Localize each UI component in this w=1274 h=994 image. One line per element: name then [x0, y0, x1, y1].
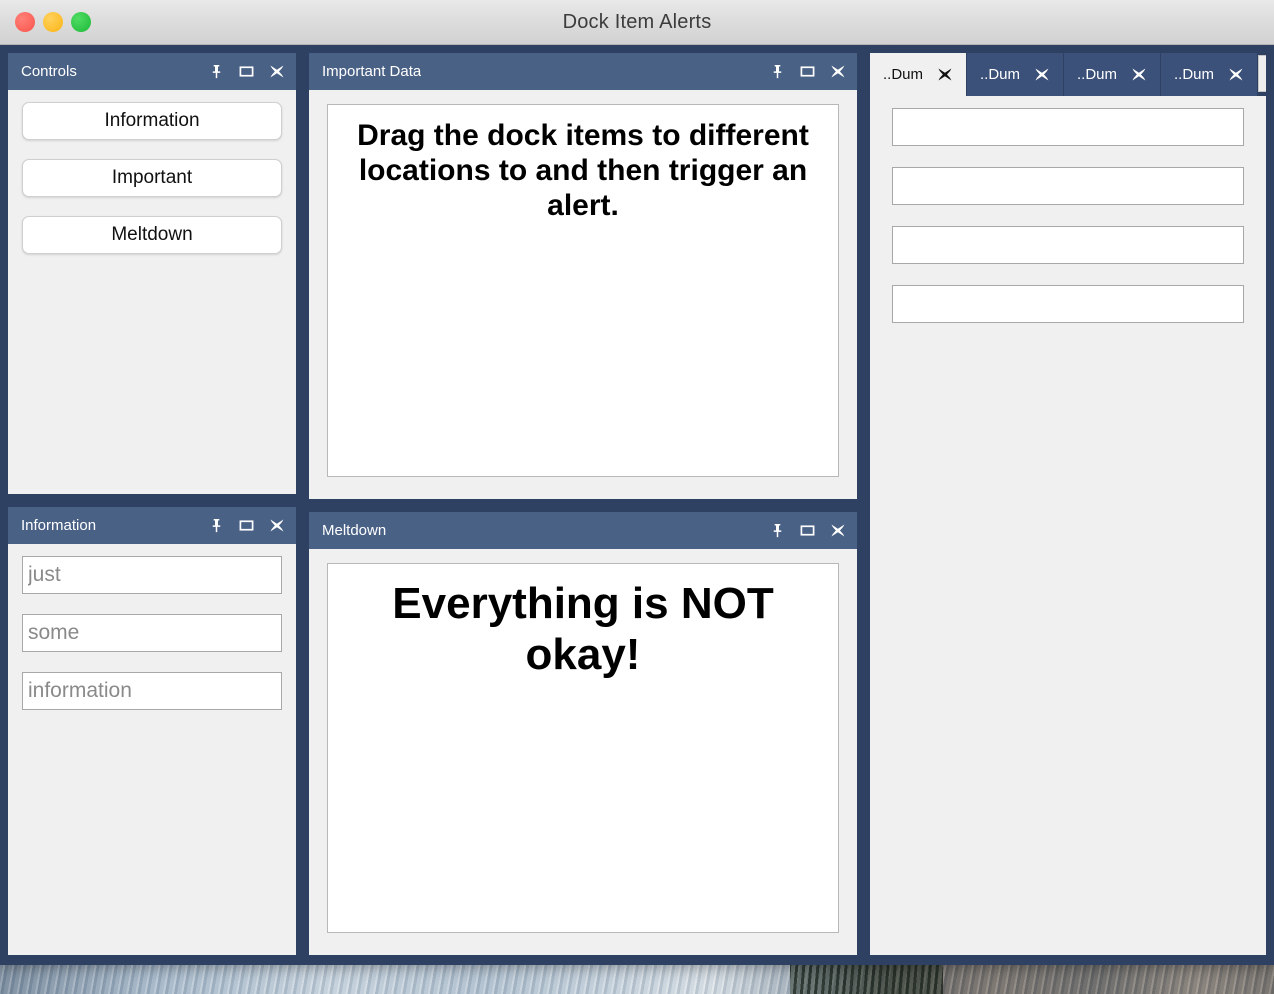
- tab-dummy-3-label: Dum..: [1077, 66, 1120, 83]
- tab-dummy-4-label: Dum..: [1174, 66, 1217, 83]
- panel-controls: Controls: [8, 53, 296, 494]
- meltdown-button[interactable]: Meltdown: [22, 216, 282, 254]
- pin-icon[interactable]: [769, 63, 786, 80]
- application-window: Dock Item Alerts Controls: [0, 0, 1274, 965]
- tab-dummy-3[interactable]: Dum..: [1064, 53, 1161, 96]
- information-field-2[interactable]: [22, 614, 282, 652]
- tab-close-icon[interactable]: [1228, 67, 1244, 82]
- dock-area: Controls: [0, 45, 1274, 965]
- panel-meltdown-header-buttons: [769, 522, 846, 539]
- maximize-icon[interactable]: [238, 517, 255, 534]
- tab-close-icon[interactable]: [1034, 67, 1050, 82]
- panel-controls-header[interactable]: Controls: [8, 53, 296, 90]
- panel-meltdown-header[interactable]: Meltdown: [309, 512, 857, 549]
- tab-dummy-2-label: Dum..: [980, 66, 1023, 83]
- panel-important-data-header-buttons: [769, 63, 846, 80]
- panel-information-header-buttons: [208, 517, 285, 534]
- dummy-field-1[interactable]: [892, 108, 1244, 146]
- dock-column-middle: Important Data: [309, 53, 857, 955]
- tab-dummy-1[interactable]: Dum..: [870, 53, 967, 96]
- chevron-left-icon[interactable]: [1259, 56, 1266, 91]
- information-button[interactable]: Information: [22, 102, 282, 140]
- dummy-field-2[interactable]: [892, 167, 1244, 205]
- maximize-icon[interactable]: [799, 522, 816, 539]
- information-field-3[interactable]: [22, 672, 282, 710]
- panel-meltdown-body: Everything is NOT okay!: [309, 549, 857, 955]
- panel-meltdown: Meltdown: [309, 512, 857, 955]
- desktop: Dock Item Alerts Controls: [0, 0, 1274, 994]
- panel-controls-body: Information Important Meltdown: [8, 90, 296, 494]
- tab-close-icon[interactable]: [937, 67, 953, 82]
- pin-icon[interactable]: [208, 517, 225, 534]
- dummy-field-3[interactable]: [892, 226, 1244, 264]
- panel-important-data-body: Drag the dock items to different locatio…: [309, 90, 857, 499]
- panel-information: Information: [8, 507, 296, 955]
- important-button[interactable]: Important: [22, 159, 282, 197]
- window-maximize-button[interactable]: [71, 12, 91, 32]
- splitter-left-vertical[interactable]: [8, 494, 296, 507]
- window-minimize-button[interactable]: [43, 12, 63, 32]
- dummy-field-4[interactable]: [892, 285, 1244, 323]
- close-icon[interactable]: [268, 63, 285, 80]
- panel-information-title: Information: [21, 517, 96, 534]
- panel-controls-header-buttons: [208, 63, 285, 80]
- dummy-tab-content: [870, 96, 1266, 955]
- window-titlebar: Dock Item Alerts: [0, 0, 1274, 45]
- window-close-button[interactable]: [15, 12, 35, 32]
- dummy-tab-bar: Dum.. Dum.. Dum..: [870, 53, 1266, 96]
- dock-column-left: Controls: [8, 53, 296, 955]
- window-title: Dock Item Alerts: [0, 11, 1274, 34]
- pin-icon[interactable]: [208, 63, 225, 80]
- maximize-icon[interactable]: [238, 63, 255, 80]
- important-data-text: Drag the dock items to different locatio…: [342, 119, 824, 223]
- important-data-box: Drag the dock items to different locatio…: [327, 104, 839, 477]
- dock-column-right: Dum.. Dum.. Dum..: [870, 53, 1266, 955]
- meltdown-text: Everything is NOT okay!: [342, 578, 824, 680]
- panel-controls-title: Controls: [21, 63, 77, 80]
- splitter-middle-vertical[interactable]: [309, 499, 857, 512]
- panel-important-data-title: Important Data: [322, 63, 421, 80]
- panel-meltdown-title: Meltdown: [322, 522, 386, 539]
- tab-nav-group: [1258, 55, 1266, 92]
- maximize-icon[interactable]: [799, 63, 816, 80]
- meltdown-data-box: Everything is NOT okay!: [327, 563, 839, 933]
- panel-information-header[interactable]: Information: [8, 507, 296, 544]
- traffic-light-group: [15, 12, 91, 32]
- panel-important-data: Important Data: [309, 53, 857, 499]
- panel-dummy-tabs: Dum.. Dum.. Dum..: [870, 53, 1266, 955]
- close-icon[interactable]: [829, 522, 846, 539]
- tab-close-icon[interactable]: [1131, 67, 1147, 82]
- tab-dummy-4[interactable]: Dum..: [1161, 53, 1258, 96]
- pin-icon[interactable]: [769, 522, 786, 539]
- close-icon[interactable]: [829, 63, 846, 80]
- information-field-1[interactable]: [22, 556, 282, 594]
- tab-dummy-2[interactable]: Dum..: [967, 53, 1064, 96]
- close-icon[interactable]: [268, 517, 285, 534]
- panel-important-data-header[interactable]: Important Data: [309, 53, 857, 90]
- tab-dummy-1-label: Dum..: [883, 66, 926, 83]
- panel-information-body: [8, 544, 296, 955]
